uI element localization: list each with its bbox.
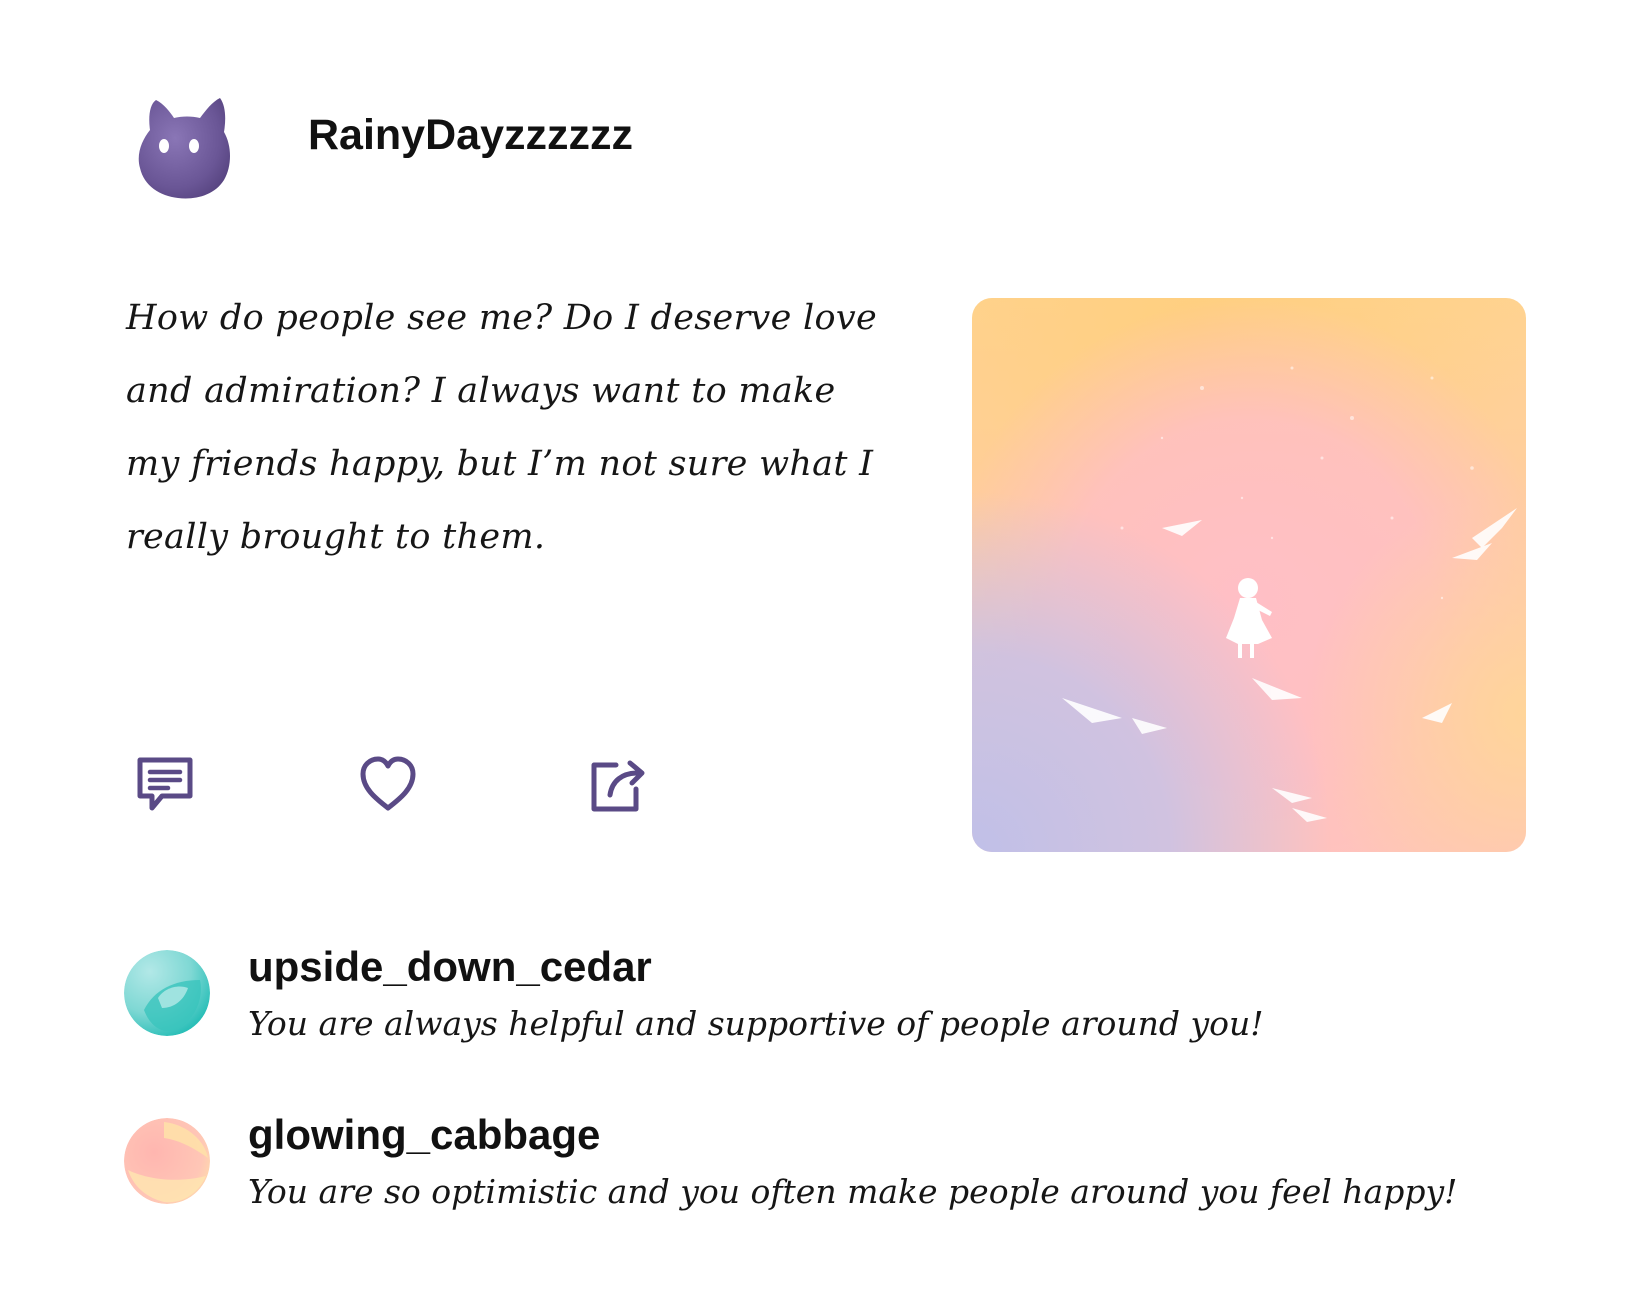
- comment-item: upside_down_cedar You are always helpful…: [124, 943, 1564, 1058]
- author-avatar[interactable]: [136, 96, 236, 200]
- share-button[interactable]: [585, 752, 651, 818]
- comment-username[interactable]: upside_down_cedar: [248, 942, 652, 992]
- commenter-avatar[interactable]: [124, 950, 210, 1036]
- comment-button[interactable]: [132, 752, 198, 818]
- teal-avatar-icon: [124, 950, 210, 1036]
- post-body-text: How do people see me? Do I deserve love …: [126, 298, 878, 557]
- author-username[interactable]: RainyDayzzzzzz: [308, 110, 633, 160]
- post-image[interactable]: [972, 298, 1526, 852]
- comment-icon: [137, 757, 193, 811]
- heart-icon: [360, 756, 416, 811]
- like-button[interactable]: [355, 752, 421, 818]
- comment-text: You are always helpful and supportive of…: [248, 1004, 1264, 1043]
- comment-username[interactable]: glowing_cabbage: [248, 1110, 600, 1160]
- share-icon: [591, 760, 645, 812]
- comment-text: You are so optimistic and you often make…: [248, 1172, 1458, 1211]
- comment-item: glowing_cabbage You are so optimistic an…: [124, 1111, 1564, 1226]
- peach-avatar-icon: [124, 1118, 210, 1204]
- cat-avatar-icon: [138, 98, 230, 199]
- post-card: RainyDayzzzzzz How do people see me? Do …: [0, 0, 1644, 1316]
- girl-in-pastel-sky-illustration-icon: [972, 298, 1526, 852]
- commenter-avatar[interactable]: [124, 1118, 210, 1204]
